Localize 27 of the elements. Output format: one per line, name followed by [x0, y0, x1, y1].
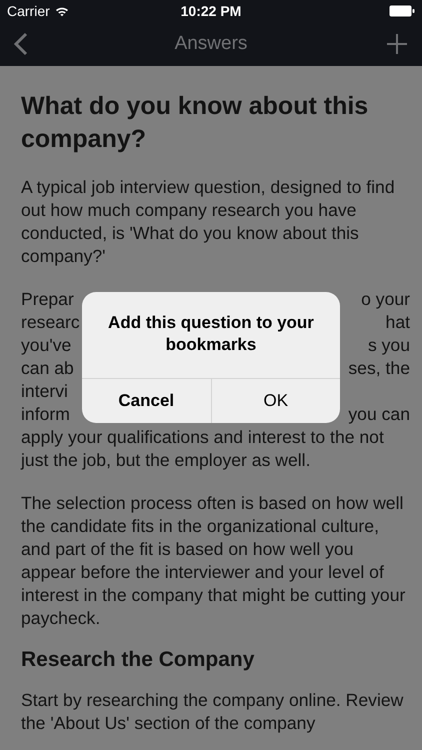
text-fragment: intervi: [21, 380, 68, 403]
text-fragment: hat: [386, 311, 410, 334]
alert-button[interactable]: OK: [210, 379, 340, 423]
text-fragment: researc: [21, 311, 80, 334]
text-fragment: you can: [348, 403, 410, 426]
clock-time: 10:22 PM: [180, 2, 242, 20]
add-button[interactable]: [384, 31, 410, 57]
paragraph-continuation: apply your qualifications and interest to the not just the job, but the employer as well.: [21, 426, 385, 472]
text-fragment: ses, the: [348, 357, 410, 380]
intro-paragraph: A typical job interview question, designed to find out how much company research you have conducted, is 'What do you know about this company?': [21, 176, 396, 268]
text-fragment: inform: [21, 403, 70, 426]
body-paragraph: Start by researching the company online. Review the 'About Us' section of the company: [21, 689, 404, 735]
text-fragment: you've: [21, 334, 72, 357]
text-fragment: Prepar: [21, 288, 74, 311]
text-fragment: can ab: [21, 357, 74, 380]
body-paragraph: The selection process often is based on how well the candidate fits in the organizational culture, and part of the fit is based on how well you appear before the interviewer and your level of interest in the company that might be cutting your paycheck.: [21, 492, 406, 630]
carrier-label: Carrier: [7, 2, 50, 20]
battery-icon: [389, 5, 415, 17]
question-title: What do you know about this company?: [21, 91, 370, 155]
text-fragment: s you: [368, 334, 410, 357]
screen-title: Answers: [174, 32, 248, 56]
alert-message: Add this question to your bookmarks: [107, 312, 315, 356]
alert-button[interactable]: Cancel: [82, 379, 210, 423]
wifi-icon: [54, 6, 69, 16]
back-button[interactable]: [12, 30, 30, 58]
section-heading: Research the Company: [21, 648, 256, 671]
text-fragment: o your: [361, 288, 410, 311]
